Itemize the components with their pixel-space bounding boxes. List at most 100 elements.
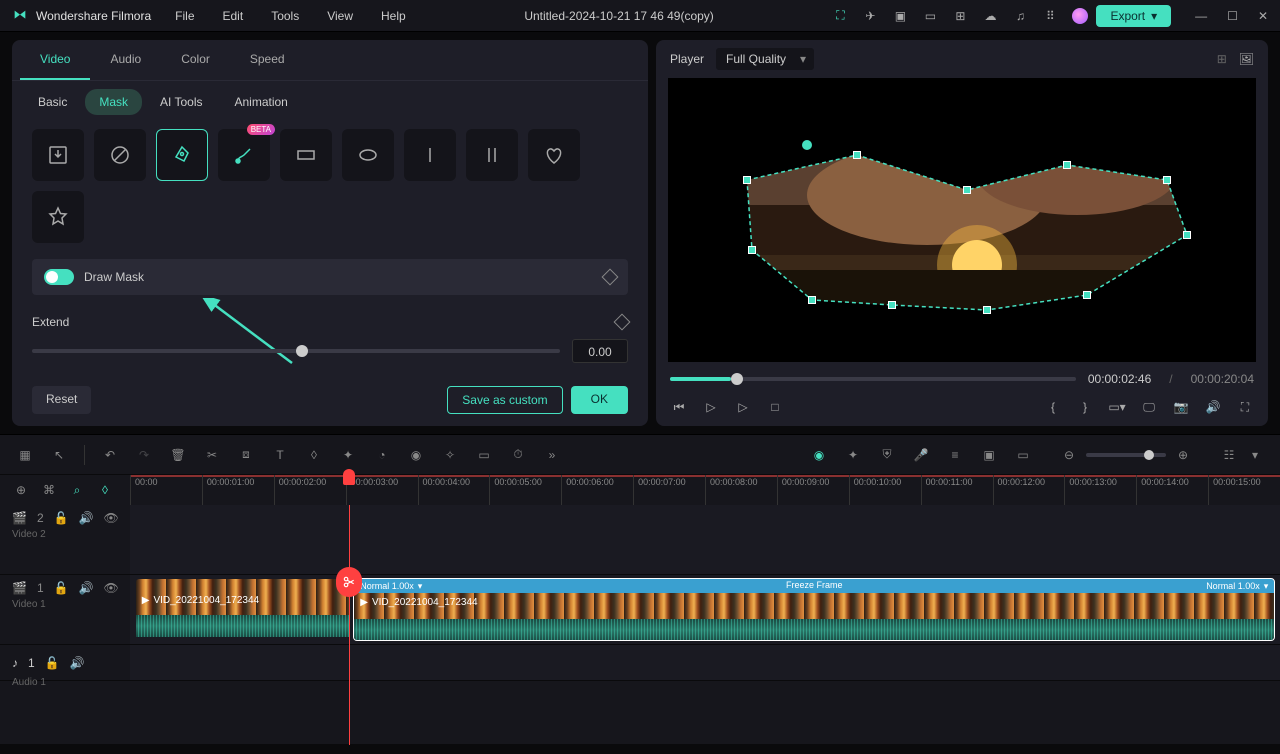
maximize-button[interactable]: ☐ — [1227, 9, 1238, 23]
mic-icon[interactable]: 🎤 — [912, 446, 930, 464]
zoom-slider[interactable] — [1086, 453, 1166, 457]
visibility-icon[interactable]: 👁 — [104, 581, 119, 595]
mark-out-icon[interactable]: } — [1076, 398, 1094, 416]
keyframe-icon[interactable] — [602, 269, 619, 286]
next-frame-icon[interactable]: ▷ — [734, 398, 752, 416]
track-options-icon[interactable]: ▾ — [1246, 446, 1264, 464]
track-body[interactable] — [130, 505, 1280, 574]
screen-record-icon[interactable]: ▣ — [892, 8, 908, 24]
mask-handle[interactable] — [983, 306, 991, 314]
delete-icon[interactable]: 🗑 — [169, 446, 187, 464]
redo-icon[interactable]: ↷ — [135, 446, 153, 464]
export-button[interactable]: Export ▾ — [1096, 5, 1171, 27]
playhead-split-button[interactable] — [336, 567, 362, 597]
apps-icon[interactable]: ⠿ — [1042, 8, 1058, 24]
image-view-icon[interactable]: 🖼 — [1239, 52, 1254, 66]
extend-slider[interactable] — [32, 349, 560, 353]
color-icon[interactable]: ◉ — [407, 446, 425, 464]
draw-mask-toggle[interactable] — [44, 269, 74, 285]
mute-icon[interactable]: 🔊 — [70, 656, 85, 670]
layout-icon[interactable]: ▦ — [16, 446, 34, 464]
mask-handle[interactable] — [1083, 291, 1091, 299]
send-icon[interactable]: ✈ — [862, 8, 878, 24]
mask-heart[interactable] — [528, 129, 580, 181]
tab-video[interactable]: Video — [20, 40, 90, 80]
extend-value[interactable]: 0.00 — [572, 339, 628, 363]
volume-icon[interactable]: 🔊 — [1204, 398, 1222, 416]
mask-import[interactable] — [32, 129, 84, 181]
mask-handle[interactable] — [1063, 161, 1071, 169]
cloud-icon[interactable]: ☁ — [982, 8, 998, 24]
shield-icon[interactable]: ⛨ — [878, 446, 896, 464]
mask-rectangle[interactable] — [280, 129, 332, 181]
mask-line-double[interactable] — [466, 129, 518, 181]
preview-area[interactable] — [668, 78, 1256, 362]
menu-help[interactable]: Help — [381, 9, 406, 23]
lock-icon[interactable]: 🔓 — [54, 511, 69, 525]
mask-handle[interactable] — [743, 176, 751, 184]
progress-slider[interactable] — [670, 377, 1076, 381]
display-icon[interactable]: 🖵 — [1140, 398, 1158, 416]
mask-line-single[interactable] — [404, 129, 456, 181]
minimize-button[interactable]: — — [1195, 9, 1207, 23]
split-icon[interactable]: ✂ — [203, 446, 221, 464]
mask-handle[interactable] — [888, 301, 896, 309]
subtab-ai-tools[interactable]: AI Tools — [146, 89, 216, 115]
fullscreen-icon[interactable]: ⛶ — [1236, 398, 1254, 416]
pip-icon[interactable]: ▣ — [980, 446, 998, 464]
mask-ellipse[interactable] — [342, 129, 394, 181]
mask-none[interactable] — [94, 129, 146, 181]
menu-view[interactable]: View — [327, 9, 353, 23]
prev-frame-icon[interactable]: ⏮ — [670, 398, 688, 416]
caption-icon[interactable]: ▭ — [1014, 446, 1032, 464]
mask-pen-draw[interactable] — [156, 129, 208, 181]
mask-handle[interactable] — [1183, 231, 1191, 239]
quality-select[interactable]: Full Quality — [716, 48, 814, 70]
mute-icon[interactable]: 🔊 — [79, 581, 94, 595]
tab-color[interactable]: Color — [161, 40, 230, 80]
visibility-icon[interactable]: 👁 — [104, 511, 119, 525]
subtab-mask[interactable]: Mask — [85, 89, 142, 115]
library-icon[interactable]: ⊞ — [952, 8, 968, 24]
menu-tools[interactable]: Tools — [271, 9, 299, 23]
mask-handle[interactable] — [748, 246, 756, 254]
link-icon[interactable]: ⌘ — [40, 481, 58, 499]
undo-icon[interactable]: ↶ — [101, 446, 119, 464]
add-track-icon[interactable]: ⊕ — [12, 481, 30, 499]
ok-button[interactable]: OK — [571, 386, 628, 414]
ai-badge-icon[interactable]: ◉ — [810, 446, 828, 464]
subtitle-icon[interactable]: ▭ — [475, 446, 493, 464]
text-icon[interactable]: T — [271, 446, 289, 464]
mask-star[interactable] — [32, 191, 84, 243]
lock-icon[interactable]: 🔓 — [54, 581, 69, 595]
mask-brush-draw[interactable]: BETA — [218, 129, 270, 181]
mask-pivot-handle[interactable] — [802, 140, 812, 150]
snapshot-icon[interactable]: 📷 — [1172, 398, 1190, 416]
grid-view-icon[interactable]: ⊞ — [1217, 52, 1227, 66]
mute-icon[interactable]: 🔊 — [79, 511, 94, 525]
clip-selected[interactable]: Normal 1.00x▾ Freeze Frame Normal 1.00x▾… — [354, 579, 1274, 640]
tab-audio[interactable]: Audio — [90, 40, 161, 80]
track-body[interactable]: ▶VID_20221004_172344 Normal 1.00x▾ Freez… — [130, 575, 1280, 644]
tab-speed[interactable]: Speed — [230, 40, 305, 80]
clip[interactable]: ▶VID_20221004_172344 — [136, 579, 349, 640]
reset-button[interactable]: Reset — [32, 386, 91, 414]
more-icon[interactable]: » — [543, 446, 561, 464]
track-body[interactable] — [130, 645, 1280, 680]
device-icon[interactable]: ▭ — [922, 8, 938, 24]
ai-avatar-icon[interactable] — [1072, 8, 1088, 24]
mark-in-icon[interactable]: { — [1044, 398, 1062, 416]
timer-icon[interactable]: ⏱ — [509, 446, 527, 464]
zoom-in-icon[interactable]: ⊕ — [1174, 446, 1192, 464]
speed-icon[interactable]: ◔ — [373, 446, 391, 464]
stop-icon[interactable]: □ — [766, 398, 784, 416]
close-button[interactable]: ✕ — [1258, 9, 1268, 23]
mask-handle[interactable] — [1163, 176, 1171, 184]
marker-icon[interactable]: ◊ — [96, 481, 114, 499]
mask-handle[interactable] — [963, 186, 971, 194]
headphones-icon[interactable]: ♫ — [1012, 8, 1028, 24]
mixer-icon[interactable]: ≡ — [946, 446, 964, 464]
mask-handle[interactable] — [853, 151, 861, 159]
gift-icon[interactable]: ⛶ — [832, 8, 848, 24]
crop-icon[interactable]: ⧈ — [237, 446, 255, 464]
